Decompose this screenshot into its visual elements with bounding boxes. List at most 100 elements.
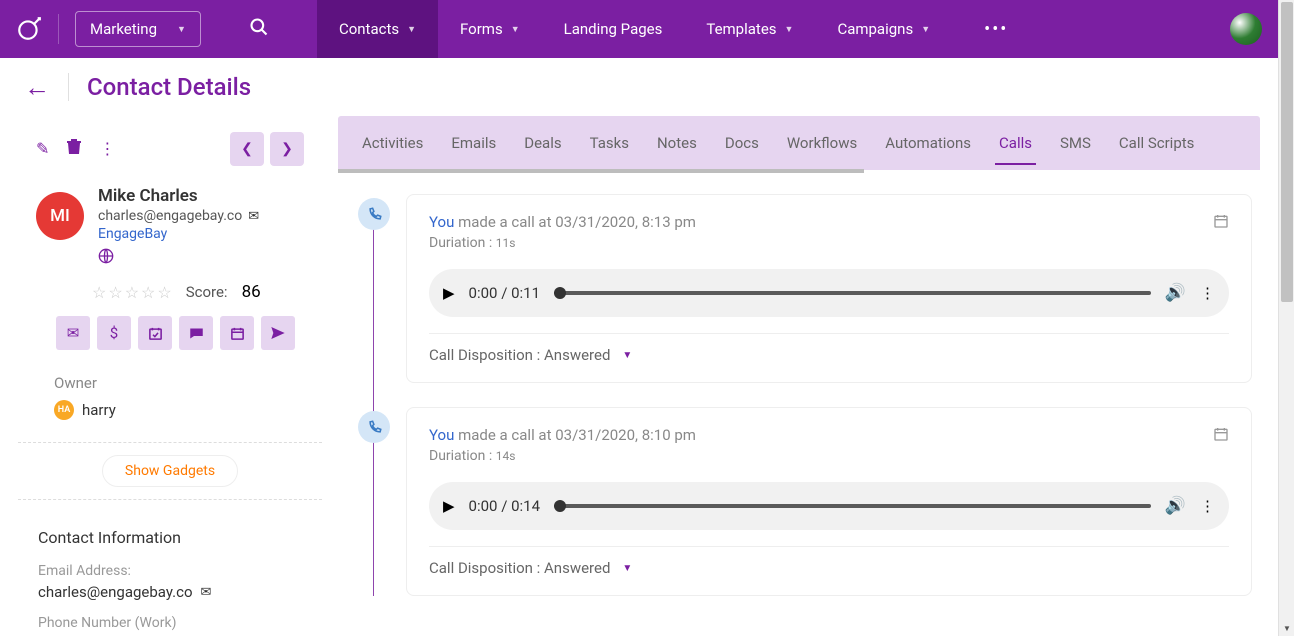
send-action-icon[interactable] [261,316,295,350]
tab-activities[interactable]: Activities [362,128,423,158]
audio-player: ▶ 0:00 / 0:14 🔊 ⋮ [429,482,1229,530]
contact-name: Mike Charles [98,186,259,206]
phone-label: Phone Number (Work) [38,615,302,631]
seek-track[interactable] [554,504,1151,508]
back-arrow-icon[interactable]: ← [24,72,50,103]
module-label: Marketing [90,20,157,38]
score-value: 86 [242,282,261,302]
score-label: Score: [186,283,228,301]
nav-tab-templates[interactable]: Templates▼ [684,0,815,58]
scroll-down-icon[interactable]: ▼ [1279,620,1294,636]
nav-tab-contacts[interactable]: Contacts ▼ [317,0,438,58]
nav-tab-label: Forms [460,20,503,38]
divider [429,333,1229,334]
owner-name: harry [82,401,116,419]
star-icon: ☆ [141,283,155,302]
search-icon [249,17,269,37]
envelope-icon[interactable]: ✉ [201,585,212,600]
tab-sms[interactable]: SMS [1060,128,1091,158]
next-button[interactable]: ❯ [270,132,304,166]
page-header: ← Contact Details [0,58,1278,116]
divider [18,442,322,443]
nav-tab-campaigns[interactable]: Campaigns▼ [815,0,952,58]
scroll-thumb[interactable] [1281,2,1293,302]
email-value: charles@engagebay.co [38,583,193,601]
tab-emails[interactable]: Emails [451,128,496,158]
star-rating[interactable]: ☆ ☆ ☆ ☆ ☆ [92,283,172,302]
star-icon: ☆ [108,283,122,302]
nav-tab-label: Campaigns [837,20,913,38]
nav-more-button[interactable]: ••• [964,19,1028,40]
contact-info-title: Contact Information [38,528,302,547]
audio-player: ▶0:00 / 0:11🔊⋮ [429,269,1229,317]
tab-calls[interactable]: Calls [999,128,1032,158]
envelope-icon[interactable]: ✉ [248,209,259,224]
module-selector[interactable]: Marketing ▼ [75,11,201,47]
delete-icon[interactable] [67,139,81,159]
nav-tab-landing-pages[interactable]: Landing Pages [542,0,685,58]
contact-company[interactable]: EngageBay [98,226,259,242]
nav-tab-label: Contacts [339,20,399,38]
chevron-down-icon: ▼ [511,24,520,35]
prev-button[interactable]: ❮ [230,132,264,166]
more-icon[interactable]: ⋮ [99,139,115,159]
calendar-icon[interactable] [1213,426,1229,446]
seek-thumb[interactable] [554,500,566,512]
divider [68,73,69,101]
contact-email: charles@engagebay.co [98,208,242,224]
call-item: You made a call at 03/31/2020, 8:10 pmDu… [358,407,1252,596]
tab-workflows[interactable]: Workflows [787,128,857,158]
seek-track[interactable] [554,291,1151,295]
calendar-action-icon[interactable] [220,316,254,350]
seek-thumb[interactable] [554,287,566,299]
star-icon: ☆ [92,283,106,302]
note-action-icon[interactable] [179,316,213,350]
logo-icon[interactable] [16,16,42,42]
page-title: Contact Details [87,73,251,101]
email-action-icon[interactable]: ✉ [56,316,90,350]
nav-tab-forms[interactable]: Forms ▼ [438,0,542,58]
chevron-down-icon[interactable]: ▼ [622,350,632,361]
divider [58,14,59,44]
chevron-down-icon: ▼ [407,24,416,35]
tab-call-scripts[interactable]: Call Scripts [1119,128,1195,158]
volume-icon[interactable]: 🔊 [1165,283,1186,303]
disposition-row: Call Disposition : Answered▼ [429,346,1229,364]
tab-automations[interactable]: Automations [885,128,971,158]
call-card: You made a call at 03/31/2020, 8:10 pmDu… [406,407,1252,596]
deal-action-icon[interactable]: $ [97,316,131,350]
owner-label: Owner [54,374,286,392]
scrollbar[interactable]: ▲ ▼ [1278,0,1294,636]
top-nav: Marketing ▼ Contacts ▼ Forms ▼ Landing Pages… [0,0,1278,58]
show-gadgets-button[interactable]: Show Gadgets [102,455,238,487]
volume-icon[interactable]: 🔊 [1165,496,1186,516]
calls-timeline: You made a call at 03/31/2020, 8:13 pmDu… [338,170,1260,596]
contact-card: ✎ ⋮ ❮ ❯ MI Mike Charles charles@engageba… [18,116,322,636]
more-icon[interactable]: ⋮ [1200,497,1215,515]
search-button[interactable] [249,17,269,41]
calendar-icon[interactable] [1213,213,1229,233]
phone-icon [358,411,390,443]
contact-avatar: MI [36,192,84,240]
tab-deals[interactable]: Deals [524,128,561,158]
call-card: You made a call at 03/31/2020, 8:13 pmDu… [406,194,1252,383]
task-action-icon[interactable] [138,316,172,350]
chevron-down-icon: ▼ [177,24,186,35]
star-icon: ☆ [125,283,139,302]
tab-tasks[interactable]: Tasks [590,128,629,158]
divider [429,546,1229,547]
edit-icon[interactable]: ✎ [36,139,49,159]
nav-tab-label: Templates [706,20,776,38]
star-icon: ☆ [157,283,171,302]
tab-docs[interactable]: Docs [725,128,759,158]
disposition-row: Call Disposition : Answered▼ [429,559,1229,577]
tab-notes[interactable]: Notes [657,128,697,158]
play-icon[interactable]: ▶ [443,497,455,515]
user-avatar[interactable] [1230,13,1262,45]
call-item: You made a call at 03/31/2020, 8:13 pmDu… [358,194,1252,383]
play-icon[interactable]: ▶ [443,284,455,302]
time-display: 0:00 / 0:14 [469,497,540,515]
more-icon[interactable]: ⋮ [1200,284,1215,302]
globe-icon[interactable] [98,248,259,268]
chevron-down-icon[interactable]: ▼ [622,563,632,574]
